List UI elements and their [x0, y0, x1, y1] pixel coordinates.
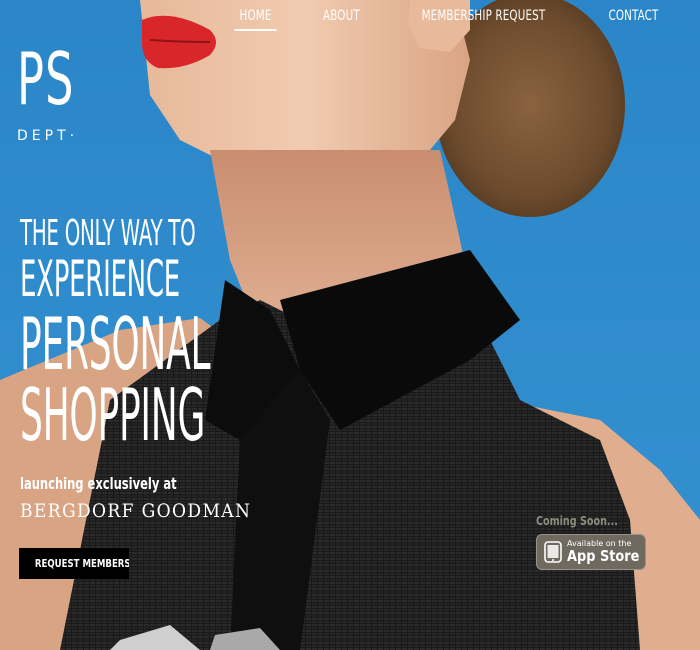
apple-icon: [544, 541, 562, 563]
main-nav: HOME ABOUT MEMBERSHIP REQUEST CONTACT: [230, 6, 670, 31]
request-membership-label: REQUEST MEMBERSHIP: [34, 557, 129, 570]
nav-membership-request-link[interactable]: MEMBERSHIP REQUEST: [417, 6, 551, 29]
app-store-badge[interactable]: Available on the App Store: [536, 534, 646, 570]
headline-line-4: SHOPPING: [20, 373, 206, 457]
headline-line-2: EXPERIENCE: [20, 250, 180, 308]
headline-line-1: THE ONLY WAY TO: [20, 213, 196, 254]
nav-contact-link[interactable]: CONTACT: [604, 6, 664, 29]
nav-home-link[interactable]: HOME: [234, 6, 277, 31]
logo-mark: PS: [17, 37, 75, 121]
coming-soon-text: Coming Soon...: [536, 514, 618, 528]
landing-page: HOME ABOUT MEMBERSHIP REQUEST CONTACT PS…: [0, 0, 700, 650]
nav-about-link[interactable]: ABOUT: [318, 6, 365, 29]
logo-subtitle: DEPT·: [17, 128, 79, 144]
store-logo-text: BERGDORF GOODMAN: [20, 500, 252, 522]
launch-subline: launching exclusively at: [20, 474, 177, 493]
site-logo[interactable]: PS DEPT·: [17, 37, 110, 144]
headline-line-3: PERSONAL: [20, 302, 211, 386]
app-store-big-label: App Store: [567, 547, 640, 565]
request-membership-button[interactable]: REQUEST MEMBERSHIP: [19, 548, 129, 579]
hero-headline: THE ONLY WAY TO EXPERIENCE PERSONAL SHOP…: [20, 213, 401, 457]
